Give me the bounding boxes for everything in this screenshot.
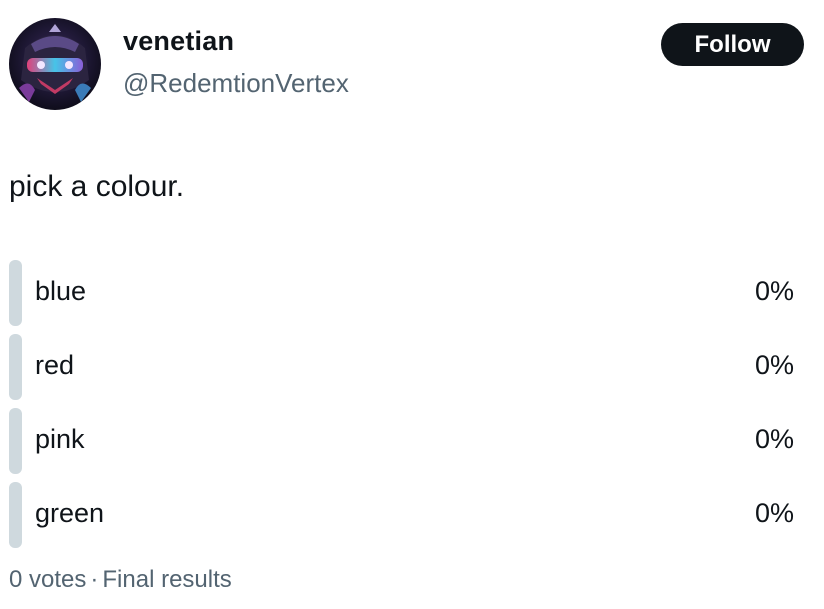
poll-option-red: red 0% — [9, 332, 799, 406]
poll-option-label: blue — [35, 276, 87, 306]
poll-option-green: green 0% — [9, 480, 799, 554]
poll-result-bar — [9, 408, 22, 474]
post-text: pick a colour. — [9, 170, 185, 203]
poll-result-bar — [9, 334, 22, 400]
avatar[interactable] — [9, 18, 101, 110]
poll-footer-separator: · — [90, 566, 99, 593]
display-name[interactable]: venetian — [123, 26, 234, 57]
poll-option-pink: pink 0% — [9, 406, 799, 480]
poll-result-bar — [9, 482, 22, 548]
post-header: venetian @RedemtionVertex Follow — [0, 0, 824, 130]
robot-mask-avatar-icon — [9, 18, 101, 110]
poll-result-bar — [9, 260, 22, 326]
follow-button[interactable]: Follow — [661, 23, 804, 66]
poll-vote-count: 0 votes — [9, 566, 87, 593]
poll-option-percent: 0% — [754, 498, 794, 528]
poll-option-label: pink — [35, 424, 85, 454]
poll: blue 0% red 0% pink 0% green 0% — [9, 258, 799, 554]
poll-footer: 0 votes · Final results — [9, 566, 232, 594]
poll-option-label: green — [35, 498, 105, 528]
poll-option-label: red — [35, 350, 75, 380]
poll-option-percent: 0% — [754, 424, 794, 454]
poll-option-percent: 0% — [754, 350, 794, 380]
poll-status: Final results — [102, 566, 232, 593]
poll-option-percent: 0% — [754, 276, 794, 306]
user-handle[interactable]: @RedemtionVertex — [123, 68, 349, 99]
poll-option-blue: blue 0% — [9, 258, 799, 332]
